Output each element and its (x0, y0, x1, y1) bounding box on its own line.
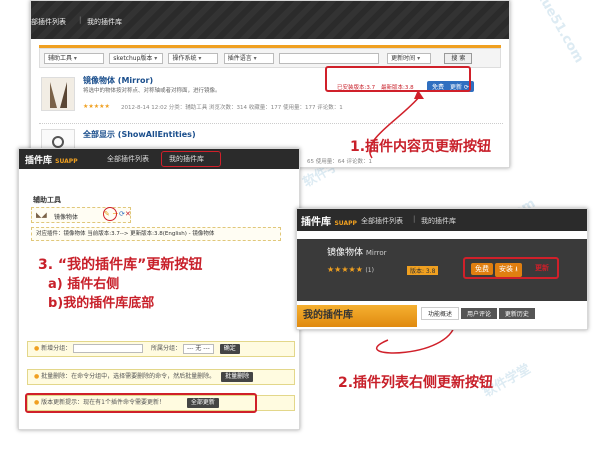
nav-separator: | (413, 215, 416, 223)
close-icon[interactable]: ✕ (125, 210, 131, 218)
tab-my-plugins[interactable]: 我的插件库 (421, 216, 456, 226)
library-nav-bar: 插件库 SUAPP 全部插件列表 我的插件库 (19, 149, 299, 169)
batch-delete-bar: ● 批量删除：在命令分组中，选择需要删除的命令，然后批量删除。 批量删除 (27, 369, 295, 385)
subtab-reviews[interactable]: 用户评论 (460, 308, 497, 319)
highlight-box-2 (463, 257, 559, 279)
highlight-update-icon (103, 207, 117, 221)
version-line: 对应插件：镜像物体 当前版本:3.7--> 更新版本:3.8(English) … (31, 227, 281, 241)
section-title: 辅助工具 (33, 196, 61, 204)
callout-2: 2.插件列表右侧更新按钮 (338, 375, 494, 391)
version-badge: 版本: 3.8 (407, 266, 439, 275)
callout-3-title: 3. “我的插件库”更新按钮 (38, 257, 203, 273)
logo: 插件库 SUAPP (301, 217, 357, 228)
detail-nav-bar: 插件库 SUAPP 全部插件列表 | 我的插件库 (297, 209, 587, 231)
command-name: 镜像物体 (54, 214, 79, 221)
mylib-banner: 我的插件库 (297, 305, 417, 327)
batch-delete-button[interactable]: 批量删除 (221, 372, 254, 382)
refresh-icon[interactable]: ⟳ (119, 210, 125, 218)
confirm-button[interactable]: 确定 (219, 344, 240, 354)
group-select[interactable]: --- 无 --- (182, 344, 214, 354)
callout-3-a: a) 插件右侧 (48, 277, 120, 292)
callout-3-b: b)我的插件库底部 (48, 296, 155, 311)
add-icon: ● (34, 345, 40, 352)
new-group-input[interactable] (73, 344, 144, 353)
subtab-history[interactable]: 更新历史 (498, 308, 535, 319)
highlight-update-tip (25, 393, 257, 413)
callout-3: 3. “我的插件库”更新按钮 a) 插件右侧 b)我的插件库底部 (38, 256, 202, 313)
subtab-bar: 功能概述 用户评论 更新历史 (421, 307, 587, 321)
tab-all-plugins[interactable]: 全部插件列表 (361, 216, 403, 226)
plugin-title: 镜像物体 Mirror (327, 248, 387, 258)
tab-all-plugins[interactable]: 全部插件列表 (107, 154, 149, 164)
plugin-detail-panel: 插件库 SUAPP 全部插件列表 | 我的插件库 镜像物体 Mirror ★★★… (296, 208, 588, 330)
new-group-bar: ● 新增分组： 所属分组： --- 无 --- 确定 (27, 341, 295, 357)
rating-stars: ★★★★★ (1) (327, 265, 374, 274)
callout-1: 1.插件内容页更新按钮 (350, 139, 492, 155)
info-icon: ● (34, 373, 40, 380)
mirror-icon: ◣◢ (36, 211, 47, 219)
highlight-my-library-tab (161, 151, 221, 167)
subtab-overview[interactable]: 功能概述 (421, 307, 460, 320)
logo: 插件库 SUAPP (25, 156, 78, 166)
